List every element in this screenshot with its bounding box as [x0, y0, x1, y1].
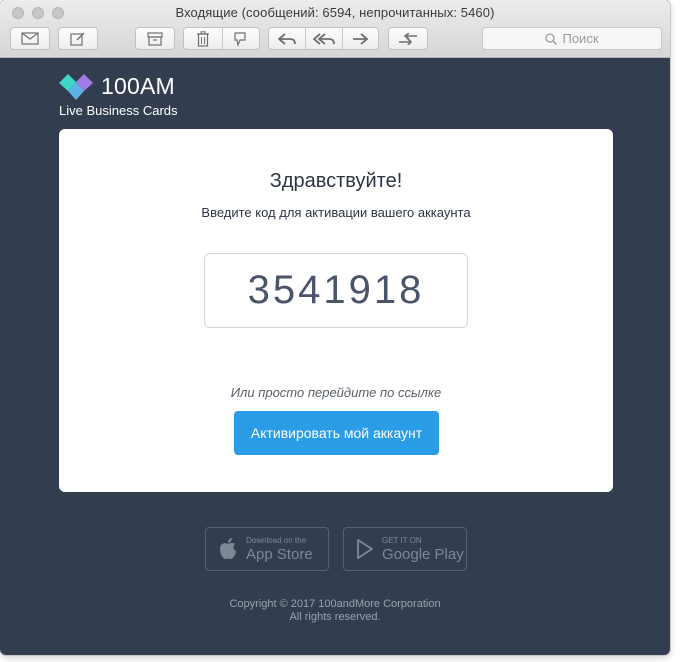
search-placeholder: Поиск — [562, 31, 599, 46]
reply-group — [268, 27, 379, 50]
activation-card: Здравствуйте! Введите код для активации … — [59, 129, 613, 492]
app-store-badge[interactable]: Download on the App Store — [205, 527, 329, 571]
search-icon — [545, 32, 558, 45]
titlebar: Входящие (сообщений: 6594, непрочитанных… — [0, 0, 670, 58]
move-button[interactable] — [388, 27, 428, 50]
compose-button[interactable] — [58, 27, 98, 50]
greeting-heading: Здравствуйте! — [269, 170, 403, 192]
google-play-badge[interactable]: GET IT ON Google Play — [343, 527, 467, 571]
brand-header: 100AM Live Business Cards — [59, 73, 178, 118]
junk-icon — [234, 31, 246, 47]
google-play-big-text: Google Play — [382, 545, 464, 563]
apple-icon — [220, 538, 236, 560]
brand-tagline: Live Business Cards — [59, 103, 178, 118]
alt-link-text: Или просто перейдите по ссылке — [230, 385, 442, 400]
mail-window: Входящие (сообщений: 6594, непрочитанных… — [0, 0, 670, 655]
activation-code[interactable]: 3541918 — [204, 253, 468, 328]
delete-button[interactable] — [184, 28, 222, 49]
logo-icon — [59, 73, 93, 100]
reply-all-button[interactable] — [305, 28, 341, 49]
junk-button[interactable] — [221, 28, 260, 49]
email-body: 100AM Live Business Cards Здравствуйте! … — [0, 58, 670, 655]
envelope-icon — [21, 32, 39, 45]
google-play-small-text: GET IT ON — [382, 535, 422, 545]
get-mail-button[interactable] — [10, 27, 50, 50]
copyright-line: Copyright © 2017 100andMore Corporation — [229, 598, 441, 610]
forward-icon — [353, 32, 369, 45]
delete-junk-group — [183, 27, 260, 50]
rights-line: All rights reserved. — [289, 611, 381, 623]
reply-icon — [278, 32, 297, 45]
search-field[interactable]: Поиск — [482, 27, 662, 50]
activate-account-button[interactable]: Активировать мой аккаунт — [234, 411, 439, 455]
trash-icon — [196, 30, 209, 47]
reply-button[interactable] — [269, 28, 305, 49]
play-icon — [357, 539, 373, 559]
window-title: Входящие (сообщений: 6594, непрочитанных… — [175, 5, 495, 20]
copyright-footer: Copyright © 2017 100andMore Corporation … — [0, 598, 670, 624]
instruction-text: Введите код для активации вашего аккаунт… — [201, 205, 471, 220]
compose-icon — [70, 32, 85, 46]
app-store-big-text: App Store — [246, 545, 313, 563]
flag-icon — [399, 32, 417, 45]
brand-name: 100AM — [101, 73, 175, 99]
reply-all-icon — [313, 32, 335, 45]
archive-button[interactable] — [135, 27, 175, 50]
forward-button[interactable] — [341, 28, 378, 49]
app-store-small-text: Download on the — [246, 535, 307, 545]
archive-icon — [147, 31, 163, 46]
